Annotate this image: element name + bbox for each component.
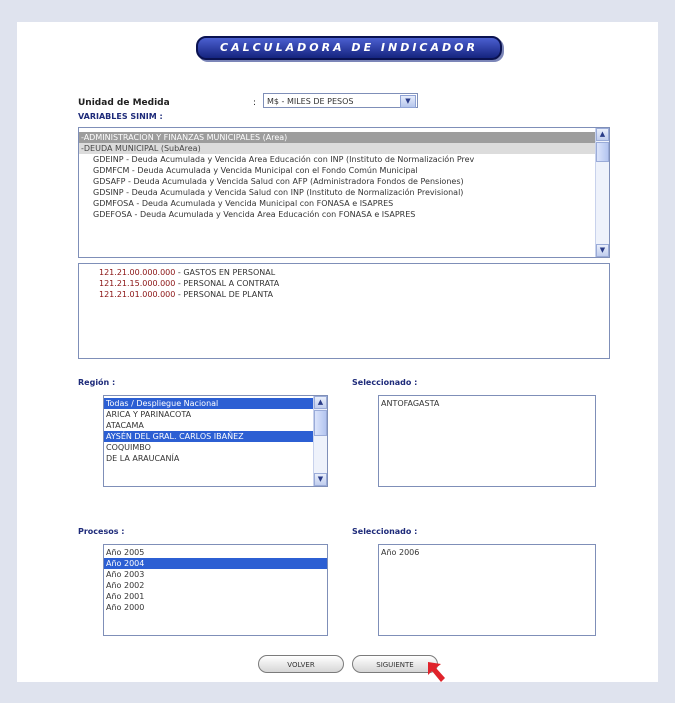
region-option[interactable]: AYSÉN DEL GRAL. CARLOS IBAÑEZ bbox=[104, 431, 313, 442]
proceso-option[interactable]: Año 2002 bbox=[104, 580, 327, 591]
procesos-list: Año 2005 Año 2004 Año 2003 Año 2002 Año 2001… bbox=[104, 547, 327, 613]
page-title: CALCULADORA DE INDICADOR bbox=[196, 36, 502, 60]
code-item[interactable]: 121.21.15.000.000 - PERSONAL A CONTRATA bbox=[79, 278, 609, 289]
region-selected-list: ANTOFAGASTA bbox=[379, 398, 595, 409]
region-option[interactable]: Todas / Despliegue Nacional bbox=[104, 398, 313, 409]
cursor-arrow-icon bbox=[428, 662, 445, 682]
code-item[interactable]: 121.21.01.000.000 - PERSONAL DE PLANTA bbox=[79, 289, 609, 300]
variables-list: -ADMINISTRACION Y FINANZAS MUNICIPALES (… bbox=[79, 132, 609, 220]
proceso-option[interactable]: Año 2000 bbox=[104, 602, 327, 613]
region-option[interactable]: ARICA Y PARINACOTA bbox=[104, 409, 313, 420]
variable-option[interactable]: GDEFOSA - Deuda Acumulada y Vencida Area… bbox=[79, 209, 595, 220]
code-number: 121.21.15.000.000 bbox=[99, 279, 176, 288]
procesos-label: Procesos : bbox=[78, 527, 125, 536]
variables-label: VARIABLES SINIM : bbox=[78, 112, 163, 121]
variable-option[interactable]: GDSAFP - Deuda Acumulada y Vencida Salud… bbox=[79, 176, 595, 187]
variable-option[interactable]: GDMFOSA - Deuda Acumulada y Vencida Muni… bbox=[79, 198, 595, 209]
variable-option[interactable]: GDMFCM - Deuda Acumulada y Vencida Munic… bbox=[79, 165, 595, 176]
region-option[interactable]: COQUIMBO bbox=[104, 442, 313, 453]
procesos-selected-list: Año 2006 bbox=[379, 547, 595, 558]
region-selected-listbox[interactable]: ANTOFAGASTA bbox=[378, 395, 596, 487]
proceso-option[interactable]: Año 2001 bbox=[104, 591, 327, 602]
back-button[interactable]: VOLVER bbox=[258, 655, 344, 673]
region-selected-label: Seleccionado : bbox=[352, 378, 418, 387]
region-label: Región : bbox=[78, 378, 116, 387]
procesos-listbox[interactable]: Año 2005 Año 2004 Año 2003 Año 2002 Año 2001… bbox=[103, 544, 328, 636]
proceso-option[interactable]: Año 2003 bbox=[104, 569, 327, 580]
variable-option[interactable]: -DEUDA MUNICIPAL (SubArea) bbox=[79, 143, 595, 154]
code-description: - PERSONAL DE PLANTA bbox=[175, 290, 274, 299]
code-description: - GASTOS EN PERSONAL bbox=[175, 268, 276, 277]
codes-listbox[interactable]: 121.21.00.000.000 - GASTOS EN PERSONAL 12… bbox=[78, 263, 610, 359]
unidad-colon: : bbox=[253, 98, 257, 108]
code-item[interactable]: 121.21.00.000.000 - GASTOS EN PERSONAL bbox=[79, 267, 609, 278]
region-option[interactable]: ATACAMA bbox=[104, 420, 313, 431]
scroll-down-icon[interactable]: ▼ bbox=[314, 473, 327, 486]
scroll-thumb[interactable] bbox=[596, 142, 609, 162]
variable-option[interactable]: GDSINP - Deuda Acumulada y Vencida Salud… bbox=[79, 187, 595, 198]
variable-option[interactable]: -ADMINISTRACION Y FINANZAS MUNICIPALES (… bbox=[79, 132, 595, 143]
proceso-option[interactable]: Año 2004 bbox=[104, 558, 327, 569]
procesos-selected-label: Seleccionado : bbox=[352, 527, 418, 536]
unidad-select-value: M$ - MILES DE PESOS bbox=[267, 97, 354, 106]
code-number: 121.21.01.000.000 bbox=[99, 290, 176, 299]
region-list: Todas / Despliegue Nacional ARICA Y PARIN… bbox=[104, 398, 327, 464]
region-listbox[interactable]: Todas / Despliegue Nacional ARICA Y PARIN… bbox=[103, 395, 328, 487]
region-selected-item[interactable]: ANTOFAGASTA bbox=[379, 398, 595, 409]
region-option[interactable]: DE LA ARAUCANÍA bbox=[104, 453, 313, 464]
scroll-down-icon[interactable]: ▼ bbox=[596, 244, 609, 257]
variables-listbox[interactable]: -ADMINISTRACION Y FINANZAS MUNICIPALES (… bbox=[78, 127, 610, 258]
code-number: 121.21.00.000.000 bbox=[99, 268, 176, 277]
variable-option[interactable]: GDEINP - Deuda Acumulada y Vencida Area … bbox=[79, 154, 595, 165]
codes-list: 121.21.00.000.000 - GASTOS EN PERSONAL 12… bbox=[79, 267, 609, 300]
proceso-option[interactable]: Año 2005 bbox=[104, 547, 327, 558]
region-scrollbar[interactable]: ▲ ▼ bbox=[313, 396, 327, 486]
unidad-label: Unidad de Medida bbox=[78, 98, 170, 108]
scroll-up-icon[interactable]: ▲ bbox=[596, 128, 609, 141]
proceso-selected-item[interactable]: Año 2006 bbox=[379, 547, 595, 558]
unidad-select[interactable]: M$ - MILES DE PESOS ▼ bbox=[263, 93, 418, 108]
procesos-selected-listbox[interactable]: Año 2006 bbox=[378, 544, 596, 636]
scroll-thumb[interactable] bbox=[314, 410, 327, 436]
scroll-up-icon[interactable]: ▲ bbox=[314, 396, 327, 409]
variables-scrollbar[interactable]: ▲ ▼ bbox=[595, 128, 609, 257]
chevron-down-icon[interactable]: ▼ bbox=[400, 95, 416, 108]
code-description: - PERSONAL A CONTRATA bbox=[175, 279, 280, 288]
